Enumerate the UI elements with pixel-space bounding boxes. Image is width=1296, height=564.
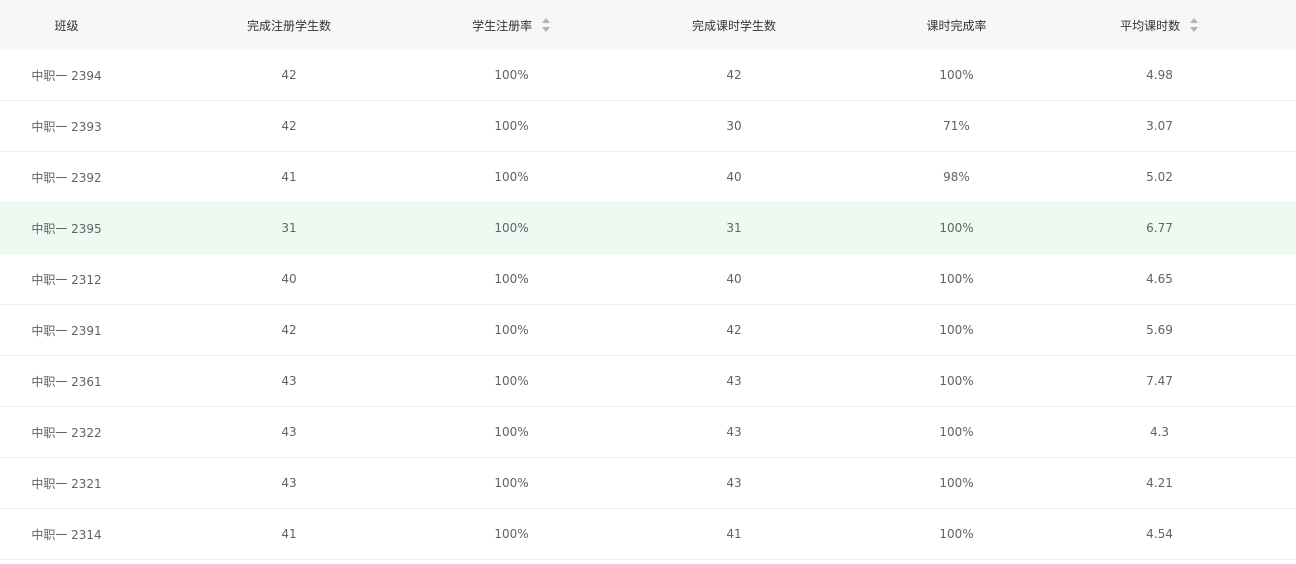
cell-average-hours: 6.77 [1023,202,1296,254]
cell-completion-rate: 100% [890,202,1023,254]
cell-completion-rate: 100% [890,50,1023,101]
cell-average-hours: 4.21 [1023,457,1296,509]
cell-class: 中职一 2393 [0,100,133,152]
cell-registration-rate: 100% [445,202,578,254]
header-label: 平均课时数 [1120,18,1181,33]
table-row[interactable]: 中职一 2321 43 100% 43 100% 4.21 [0,457,1296,509]
cell-completion-rate: 100% [890,355,1023,407]
cell-registered: 42 [133,100,445,152]
table-row[interactable]: 中职一 2391 42 100% 42 100% 5.69 [0,304,1296,356]
cell-registered: 40 [133,253,445,305]
cell-completion-rate: 98% [890,151,1023,203]
header-label: 学生注册率 [472,18,533,33]
cell-completion-rate: 100% [890,304,1023,356]
cell-average-hours: 4.3 [1023,406,1296,458]
cell-completion-rate: 100% [890,508,1023,560]
table-row[interactable]: 中职一 2393 42 100% 30 71% 3.07 [0,100,1296,152]
table-row[interactable]: 中职一 2312 40 100% 40 100% 4.65 [0,253,1296,305]
cell-class: 中职一 2392 [0,151,133,203]
header-label: 课时完成率 [926,18,987,33]
cell-completed: 40 [578,151,890,203]
cell-registered: 31 [133,202,445,254]
cell-completed: 42 [578,304,890,356]
table-row[interactable]: 中职一 2395 31 100% 31 100% 6.77 [0,202,1296,254]
cell-completed: 40 [578,253,890,305]
cell-completion-rate: 100% [890,457,1023,509]
sort-ascending-icon[interactable] [1189,18,1198,23]
cell-class: 中职一 2312 [0,253,133,305]
header-completion-rate: 课时完成率 [890,0,1023,50]
header-label: 完成课时学生数 [691,18,776,33]
cell-average-hours: 3.07 [1023,100,1296,152]
sort-caret-icon[interactable] [1189,18,1199,32]
cell-class: 中职一 2391 [0,304,133,356]
cell-registration-rate: 100% [445,457,578,509]
cell-class: 中职一 2395 [0,202,133,254]
cell-registration-rate: 100% [445,304,578,356]
cell-completed: 42 [578,50,890,101]
table-header-row: 班级 完成注册学生数 学生注册率 完成课时学生数 课时完成率 平均课时数 [0,0,1296,50]
header-label: 班级 [54,18,79,33]
cell-average-hours: 4.65 [1023,253,1296,305]
cell-registered: 43 [133,406,445,458]
table-row[interactable]: 中职一 2392 41 100% 40 98% 5.02 [0,151,1296,203]
cell-average-hours: 5.02 [1023,151,1296,203]
sort-descending-icon[interactable] [1189,27,1198,32]
class-stats-table: 班级 完成注册学生数 学生注册率 完成课时学生数 课时完成率 平均课时数 中职一… [0,0,1296,560]
cell-completed: 43 [578,355,890,407]
header-registered-count: 完成注册学生数 [133,0,445,50]
cell-registration-rate: 100% [445,406,578,458]
cell-average-hours: 4.98 [1023,50,1296,101]
cell-completed: 43 [578,457,890,509]
header-completed-count: 完成课时学生数 [578,0,890,50]
cell-average-hours: 4.54 [1023,508,1296,560]
cell-registered: 42 [133,50,445,101]
cell-registration-rate: 100% [445,508,578,560]
cell-class: 中职一 2314 [0,508,133,560]
cell-completed: 43 [578,406,890,458]
header-average-hours[interactable]: 平均课时数 [1023,0,1296,50]
cell-registered: 41 [133,508,445,560]
table-row[interactable]: 中职一 2314 41 100% 41 100% 4.54 [0,508,1296,560]
table-body: 中职一 2394 42 100% 42 100% 4.98 中职一 2393 4… [0,50,1296,560]
cell-registered: 43 [133,355,445,407]
cell-registration-rate: 100% [445,50,578,101]
cell-average-hours: 5.69 [1023,304,1296,356]
cell-average-hours: 7.47 [1023,355,1296,407]
cell-completed: 30 [578,100,890,152]
cell-completed: 41 [578,508,890,560]
cell-class: 中职一 2361 [0,355,133,407]
cell-registered: 41 [133,151,445,203]
cell-registration-rate: 100% [445,151,578,203]
sort-ascending-icon[interactable] [541,18,550,23]
cell-completion-rate: 71% [890,100,1023,152]
sort-descending-icon[interactable] [541,27,550,32]
cell-registered: 43 [133,457,445,509]
cell-class: 中职一 2394 [0,50,133,101]
cell-registration-rate: 100% [445,355,578,407]
table-row[interactable]: 中职一 2361 43 100% 43 100% 7.47 [0,355,1296,407]
table-row[interactable]: 中职一 2322 43 100% 43 100% 4.3 [0,406,1296,458]
header-class: 班级 [0,0,133,50]
sort-caret-icon[interactable] [541,18,551,32]
header-label: 完成注册学生数 [246,18,331,33]
header-registration-rate[interactable]: 学生注册率 [445,0,578,50]
table-row[interactable]: 中职一 2394 42 100% 42 100% 4.98 [0,50,1296,101]
cell-registration-rate: 100% [445,253,578,305]
cell-class: 中职一 2321 [0,457,133,509]
cell-class: 中职一 2322 [0,406,133,458]
cell-registration-rate: 100% [445,100,578,152]
cell-completion-rate: 100% [890,253,1023,305]
cell-registered: 42 [133,304,445,356]
cell-completion-rate: 100% [890,406,1023,458]
cell-completed: 31 [578,202,890,254]
